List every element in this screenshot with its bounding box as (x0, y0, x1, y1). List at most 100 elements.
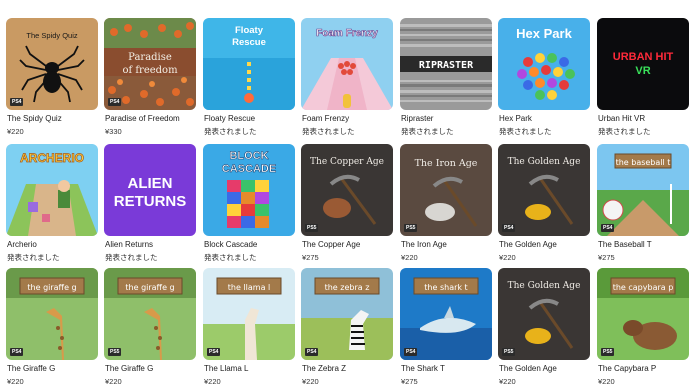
svg-text:the llama l: the llama l (228, 283, 270, 292)
thumbnail-foam-frenzy[interactable]: Foam Frenzy (301, 18, 393, 110)
neon-artwork: URBAN HIT VR (597, 18, 689, 110)
game-price: ¥220 (401, 253, 418, 262)
game-price: ¥275 (302, 253, 319, 262)
game-title[interactable]: The Llama L (204, 364, 296, 374)
game-price: ¥275 (401, 377, 418, 386)
flower-field-artwork: Paradise of freedom (104, 18, 196, 110)
game-price: ¥220 (499, 253, 516, 262)
game-status: 発表されました (598, 127, 651, 136)
platform-badge: PS4 (10, 98, 24, 106)
capybara-artwork: the capybara p (597, 268, 689, 360)
svg-text:The Golden Age: The Golden Age (508, 157, 581, 167)
llama-artwork: the llama l (203, 268, 295, 360)
blocks-artwork: BLOCK CASCADE (203, 144, 295, 236)
thumbnail-urban-hit-vr[interactable]: URBAN HIT VR (597, 18, 689, 110)
svg-text:Floaty: Floaty (235, 25, 264, 36)
platform-badge: PS4 (305, 348, 319, 356)
svg-text:the capybara p: the capybara p (613, 283, 674, 292)
platform-badge: PS4 (404, 348, 418, 356)
thumbnail-golden-age[interactable]: The Golden Age PS5 (498, 268, 590, 360)
thumbnail-giraffe-g[interactable]: the giraffe g PS5 (104, 268, 196, 360)
thumbnail-hex-park[interactable]: Hex Park (498, 18, 590, 110)
thumbnail-spidy-quiz[interactable]: The Spidy Quiz PS4 (6, 18, 98, 110)
copper-pickaxe-artwork: The Copper Age (301, 144, 393, 236)
game-title[interactable]: Urban Hit VR (598, 114, 690, 124)
game-title[interactable]: Archerio (7, 240, 99, 250)
game-title[interactable]: The Spidy Quiz (7, 114, 99, 124)
platform-badge: PS5 (305, 224, 319, 232)
svg-text:VR: VR (635, 65, 650, 77)
thumbnail-zebra-z[interactable]: the zebra z PS4 (301, 268, 393, 360)
svg-text:ARCHERIO: ARCHERIO (20, 151, 84, 165)
zebra-artwork: the zebra z (301, 268, 393, 360)
game-title[interactable]: The Golden Age (499, 364, 591, 374)
svg-text:The Copper Age: The Copper Age (310, 157, 384, 167)
thumbnail-baseball-t[interactable]: the baseball t PS4 (597, 144, 689, 236)
game-title[interactable]: The Golden Age (499, 240, 591, 250)
game-price: ¥220 (7, 127, 24, 136)
game-price: ¥220 (7, 377, 24, 386)
game-title[interactable]: Paradise of Freedom (105, 114, 197, 124)
thumbnail-capybara-p[interactable]: the capybara p PS5 (597, 268, 689, 360)
svg-text:BLOCK: BLOCK (229, 150, 268, 162)
game-title[interactable]: Foam Frenzy (302, 114, 394, 124)
game-title[interactable]: The Giraffe G (7, 364, 99, 374)
svg-text:the zebra z: the zebra z (325, 283, 370, 292)
svg-text:RIPRASTER: RIPRASTER (419, 60, 474, 71)
game-title[interactable]: Hex Park (499, 114, 591, 124)
thumbnail-iron-age[interactable]: The Iron Age PS5 (400, 144, 492, 236)
svg-text:the baseball t: the baseball t (616, 158, 671, 167)
game-title[interactable]: The Giraffe G (105, 364, 197, 374)
gold-pickaxe-artwork: The Golden Age (498, 144, 590, 236)
game-title[interactable]: The Zebra Z (302, 364, 394, 374)
thumbnail-golden-age[interactable]: The Golden Age PS4 (498, 144, 590, 236)
spider-artwork: The Spidy Quiz (6, 18, 98, 110)
svg-text:ALIEN: ALIEN (128, 175, 173, 192)
platform-badge: PS5 (404, 224, 418, 232)
thumbnail-ripraster[interactable]: RIPRASTER (400, 18, 492, 110)
thumbnail-giraffe-g[interactable]: the giraffe g PS4 (6, 268, 98, 360)
game-title[interactable]: Ripraster (401, 114, 493, 124)
game-title[interactable]: Floaty Rescue (204, 114, 296, 124)
platform-badge: PS4 (502, 224, 516, 232)
thumbnail-copper-age[interactable]: The Copper Age PS5 (301, 144, 393, 236)
thumbnail-llama-l[interactable]: the llama l PS4 (203, 268, 295, 360)
thumbnail-paradise-of-freedom[interactable]: Paradise of freedom PS4 (104, 18, 196, 110)
svg-text:The Spidy Quiz: The Spidy Quiz (26, 31, 78, 40)
game-title[interactable]: Block Cascade (204, 240, 296, 250)
svg-text:Foam Frenzy: Foam Frenzy (316, 28, 378, 39)
thumbnail-alien-returns[interactable]: ALIEN RETURNS (104, 144, 196, 236)
game-title[interactable]: The Baseball T (598, 240, 690, 250)
thumbnail-archerio[interactable]: ARCHERIO (6, 144, 98, 236)
noise-artwork: RIPRASTER (400, 18, 492, 110)
thumbnail-shark-t[interactable]: the shark t PS4 (400, 268, 492, 360)
game-price: ¥330 (105, 127, 122, 136)
svg-text:Rescue: Rescue (232, 37, 266, 48)
game-title[interactable]: The Capybara P (598, 364, 690, 374)
shark-artwork: the shark t (400, 268, 492, 360)
thumbnail-block-cascade[interactable]: BLOCK CASCADE (203, 144, 295, 236)
game-title[interactable]: Alien Returns (105, 240, 197, 250)
game-price: ¥220 (598, 377, 615, 386)
platform-badge: PS4 (601, 224, 615, 232)
svg-text:the giraffe g: the giraffe g (125, 283, 174, 292)
game-title[interactable]: The Copper Age (302, 240, 394, 250)
game-price: ¥275 (598, 253, 615, 262)
game-catalog-grid: The Spidy Quiz PS4 The Spidy Quiz ¥220 P… (0, 0, 690, 389)
svg-text:The Golden Age: The Golden Age (508, 281, 581, 291)
platform-badge: PS5 (108, 348, 122, 356)
game-title[interactable]: The Iron Age (401, 240, 493, 250)
svg-text:RETURNS: RETURNS (114, 193, 187, 210)
game-status: 発表されました (499, 127, 552, 136)
svg-text:of freedom: of freedom (122, 65, 178, 76)
hex-balls-artwork: Hex Park (498, 18, 590, 110)
giraffe-artwork: the giraffe g (6, 268, 98, 360)
platform-badge: PS5 (502, 348, 516, 356)
svg-text:Paradise: Paradise (128, 52, 172, 63)
game-title[interactable]: The Shark T (401, 364, 493, 374)
thumbnail-floaty-rescue[interactable]: Floaty Rescue (203, 18, 295, 110)
game-price: ¥220 (105, 377, 122, 386)
baseball-artwork: the baseball t (597, 144, 689, 236)
water-artwork: Floaty Rescue (203, 18, 295, 110)
svg-text:Hex Park: Hex Park (516, 26, 572, 41)
